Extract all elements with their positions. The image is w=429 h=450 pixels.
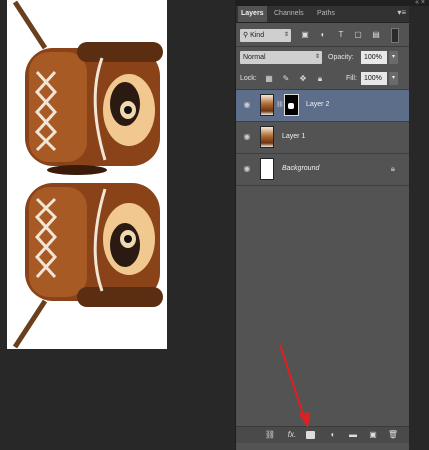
layer-thumbnail	[260, 158, 274, 180]
panel-menu-icon[interactable]: ▾≡	[397, 9, 406, 17]
layer-name[interactable]: Layer 1	[282, 131, 305, 143]
blend-mode-value: Normal	[243, 54, 266, 61]
layer-name[interactable]: Layer 2	[306, 99, 329, 111]
fx-icon[interactable]: fx.	[286, 430, 298, 440]
adjustment-layer-icon[interactable]: ◐	[327, 430, 339, 440]
tab-layers[interactable]: Layers	[238, 6, 267, 22]
layer-row-background[interactable]: ◉ Background 🔒︎	[236, 154, 409, 186]
collapse-panels-icon[interactable]: « ×	[415, 0, 425, 6]
blend-row: Normal ⇕ Opacity: 100% ▾	[236, 47, 409, 69]
select-arrows-icon: ⇕	[314, 54, 320, 60]
filter-kind-label: Kind	[250, 32, 265, 39]
filter-pixel-icon[interactable]: ▣	[300, 30, 310, 40]
fill-field[interactable]: 100%	[361, 72, 387, 85]
new-group-folder-icon[interactable]: ▬	[347, 430, 359, 440]
layer-lock-icon: 🔒︎	[390, 164, 395, 173]
layers-footer: ⛓ fx. ◐ ▬ ▣ 🗑︎	[236, 426, 409, 443]
lock-all-icon[interactable]: 🔒︎	[315, 74, 325, 84]
add-mask-icon[interactable]	[306, 431, 315, 439]
fill-dropdown-icon[interactable]: ▾	[389, 72, 398, 85]
lock-label: Lock:	[240, 75, 257, 82]
visibility-eye-icon[interactable]: ◉	[242, 100, 252, 110]
filter-toggle-switch[interactable]	[391, 28, 399, 43]
lock-position-icon[interactable]: ✥	[298, 74, 308, 84]
new-layer-icon[interactable]: ▣	[367, 430, 379, 440]
visibility-eye-icon[interactable]: ◉	[242, 132, 252, 142]
visibility-eye-icon[interactable]: ◉	[242, 164, 252, 174]
layer-thumbnail	[260, 94, 274, 116]
filter-type-icon[interactable]: T	[336, 30, 346, 40]
mug-reflection	[12, 183, 163, 349]
filter-kind-select[interactable]: ⚲ Kind ⇕	[240, 29, 291, 42]
filter-row: ⚲ Kind ⇕ ▣ ◐ T ▢ ▤	[236, 26, 409, 46]
layer-name[interactable]: Background	[282, 163, 319, 175]
mug-image	[12, 0, 163, 349]
document-canvas[interactable]	[7, 0, 167, 349]
mask-link-icon[interactable]: ⛓	[276, 101, 284, 108]
mug-original	[12, 0, 163, 175]
lock-paint-icon[interactable]: ✎	[281, 74, 291, 84]
link-layers-icon[interactable]: ⛓	[264, 430, 276, 440]
filter-adjustment-icon[interactable]: ◐	[318, 30, 328, 40]
opacity-label: Opacity:	[328, 54, 354, 61]
fill-label: Fill:	[346, 75, 357, 82]
layer-thumbnail	[260, 126, 274, 148]
layer-row-layer-2[interactable]: ◉ ⛓ Layer 2	[236, 90, 409, 122]
lock-row: Lock: ▦ ✎ ✥ 🔒︎ Fill: 100% ▾	[236, 69, 409, 89]
filter-shape-icon[interactable]: ▢	[353, 30, 363, 40]
opacity-dropdown-icon[interactable]: ▾	[389, 51, 398, 64]
opacity-field[interactable]: 100%	[361, 51, 387, 64]
tab-channels[interactable]: Channels	[271, 6, 307, 22]
select-arrows-icon: ⇕	[283, 32, 289, 38]
lock-transparency-icon[interactable]: ▦	[264, 74, 274, 84]
layers-list: ◉ ⛓ Layer 2 ◉ Layer 1 ◉ Background 🔒︎	[236, 90, 409, 186]
layer-mask-thumbnail[interactable]	[284, 94, 299, 116]
blend-mode-select[interactable]: Normal ⇕	[240, 51, 322, 64]
delete-layer-trash-icon[interactable]: 🗑︎	[387, 430, 399, 440]
layer-row-layer-1[interactable]: ◉ Layer 1	[236, 122, 409, 154]
tab-paths[interactable]: Paths	[314, 6, 338, 22]
filter-smart-object-icon[interactable]: ▤	[371, 30, 381, 40]
panel-tabs: Layers Channels Paths ▾≡	[236, 6, 409, 23]
layers-panel: Layers Channels Paths ▾≡ ⚲ Kind ⇕ ▣ ◐ T …	[235, 6, 409, 450]
